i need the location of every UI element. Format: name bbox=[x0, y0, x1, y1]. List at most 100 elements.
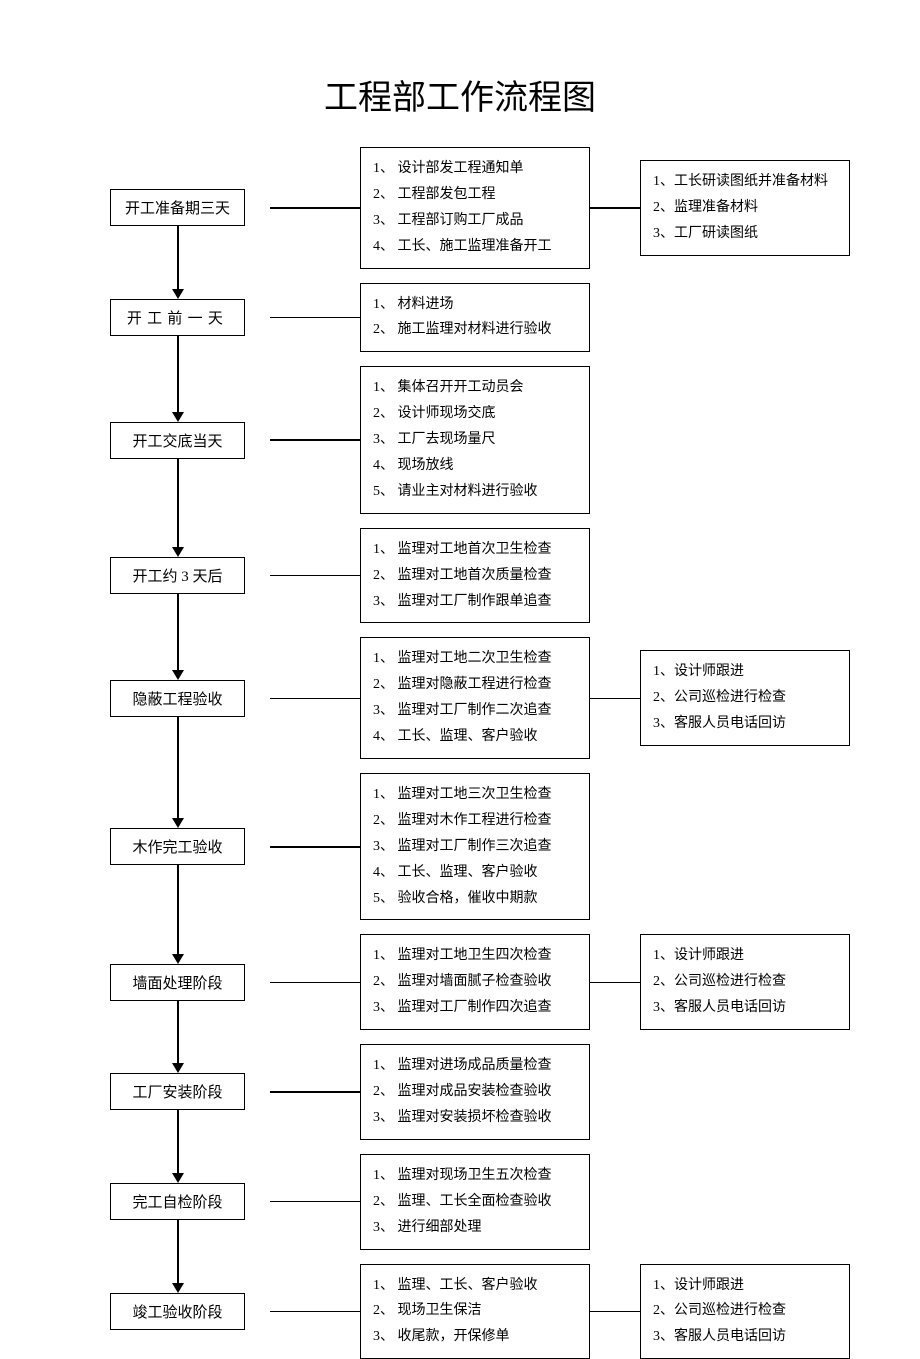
connector-horizontal bbox=[270, 528, 360, 624]
connector-vertical bbox=[177, 226, 179, 289]
arrow-down-icon bbox=[172, 954, 184, 964]
arrow-down-icon bbox=[172, 818, 184, 828]
stage-box: 开工前一天 bbox=[110, 299, 245, 336]
side-item: 2、监理准备材料 bbox=[653, 195, 839, 221]
side-item: 2、公司巡检进行检查 bbox=[653, 1298, 839, 1324]
connector-vertical bbox=[177, 1001, 179, 1064]
detail-item: 5、 请业主对材料进行验收 bbox=[373, 479, 579, 505]
side-item: 3、工厂研读图纸 bbox=[653, 221, 839, 247]
side-box: 1、设计师跟进2、公司巡检进行检查3、客服人员电话回访 bbox=[640, 650, 850, 746]
detail-item: 3、 工程部订购工厂成品 bbox=[373, 208, 579, 234]
detail-item: 2、 监理对工地首次质量检查 bbox=[373, 563, 579, 589]
page-title: 工程部工作流程图 bbox=[0, 70, 920, 119]
stage-box: 完工自检阶段 bbox=[110, 1183, 245, 1220]
connector-vertical bbox=[177, 594, 179, 670]
connector-horizontal bbox=[270, 773, 360, 920]
connector-vertical bbox=[177, 1220, 179, 1283]
detail-item: 3、 进行细部处理 bbox=[373, 1215, 579, 1241]
stage-box: 竣工验收阶段 bbox=[110, 1293, 245, 1330]
stage-row: 工厂安装阶段 1、 监理对进场成品质量检查2、 监理对成品安装检查验收3、 监理对… bbox=[110, 1044, 920, 1140]
stage-row: 完工自检阶段 1、 监理对现场卫生五次检查2、 监理、工长全面检查验收3、 进行细… bbox=[110, 1154, 920, 1250]
connector-horizontal bbox=[270, 147, 360, 269]
detail-item: 3、 收尾款，开保修单 bbox=[373, 1324, 579, 1350]
side-item: 2、公司巡检进行检查 bbox=[653, 685, 839, 711]
side-box: 1、工长研读图纸并准备材料2、监理准备材料3、工厂研读图纸 bbox=[640, 160, 850, 256]
detail-item: 1、 集体召开开工动员会 bbox=[373, 375, 579, 401]
connector-vertical bbox=[177, 459, 179, 548]
detail-item: 2、 施工监理对材料进行验收 bbox=[373, 317, 579, 343]
connector-vertical bbox=[177, 1110, 179, 1173]
stage-box: 开工约 3 天后 bbox=[110, 557, 245, 594]
stage-row: 开工准备期三天 1、 设计部发工程通知单2、 工程部发包工程3、 工程部订购工厂成… bbox=[110, 147, 920, 269]
side-item: 1、设计师跟进 bbox=[653, 659, 839, 685]
connector-horizontal bbox=[590, 934, 640, 1030]
stage-box: 开工准备期三天 bbox=[110, 189, 245, 226]
detail-box: 1、 监理对工地三次卫生检查2、 监理对木作工程进行检查3、 监理对工厂制作三次… bbox=[360, 773, 590, 920]
stage-row: 木作完工验收 1、 监理对工地三次卫生检查2、 监理对木作工程进行检查3、 监理对… bbox=[110, 773, 920, 920]
detail-item: 1、 监理对现场卫生五次检查 bbox=[373, 1163, 579, 1189]
connector-horizontal bbox=[270, 1264, 360, 1359]
detail-item: 3、 监理对安装损坏检查验收 bbox=[373, 1105, 579, 1131]
connector-horizontal bbox=[590, 1264, 640, 1359]
side-item: 1、工长研读图纸并准备材料 bbox=[653, 169, 839, 195]
stage-box: 隐蔽工程验收 bbox=[110, 680, 245, 717]
detail-item: 1、 监理对工地首次卫生检查 bbox=[373, 537, 579, 563]
detail-item: 1、 材料进场 bbox=[373, 292, 579, 318]
detail-item: 2、 设计师现场交底 bbox=[373, 401, 579, 427]
stage-row: 隐蔽工程验收 1、 监理对工地二次卫生检查2、 监理对隐蔽工程进行检查3、 监理对… bbox=[110, 637, 920, 759]
arrow-down-icon bbox=[172, 547, 184, 557]
stage-row: 开工前一天 1、 材料进场2、 施工监理对材料进行验收 bbox=[110, 283, 920, 353]
connector-horizontal bbox=[270, 366, 360, 513]
arrow-down-icon bbox=[172, 1173, 184, 1183]
side-item: 2、公司巡检进行检查 bbox=[653, 969, 839, 995]
detail-box: 1、 集体召开开工动员会2、 设计师现场交底3、 工厂去现场量尺4、 现场放线5… bbox=[360, 366, 590, 513]
detail-item: 5、 验收合格，催收中期款 bbox=[373, 886, 579, 912]
detail-item: 2、 监理、工长全面检查验收 bbox=[373, 1189, 579, 1215]
detail-box: 1、 监理对进场成品质量检查2、 监理对成品安装检查验收3、 监理对安装损坏检查… bbox=[360, 1044, 590, 1140]
detail-item: 4、 工长、监理、客户验收 bbox=[373, 724, 579, 750]
detail-item: 4、 工长、施工监理准备开工 bbox=[373, 234, 579, 260]
detail-box: 1、 监理对工地二次卫生检查2、 监理对隐蔽工程进行检查3、 监理对工厂制作二次… bbox=[360, 637, 590, 759]
detail-box: 1、 监理、工长、客户验收2、 现场卫生保洁3、 收尾款，开保修单 bbox=[360, 1264, 590, 1359]
stage-row: 竣工验收阶段1、 监理、工长、客户验收2、 现场卫生保洁3、 收尾款，开保修单1… bbox=[110, 1264, 920, 1359]
connector-horizontal bbox=[590, 147, 640, 269]
detail-item: 1、 监理对工地二次卫生检查 bbox=[373, 646, 579, 672]
detail-item: 4、 工长、监理、客户验收 bbox=[373, 860, 579, 886]
detail-box: 1、 监理对工地首次卫生检查2、 监理对工地首次质量检查3、 监理对工厂制作跟单… bbox=[360, 528, 590, 624]
connector-vertical bbox=[177, 717, 179, 819]
detail-item: 2、 工程部发包工程 bbox=[373, 182, 579, 208]
detail-item: 1、 监理、工长、客户验收 bbox=[373, 1273, 579, 1299]
side-item: 3、客服人员电话回访 bbox=[653, 711, 839, 737]
connector-horizontal bbox=[590, 637, 640, 759]
arrow-down-icon bbox=[172, 289, 184, 299]
connector-horizontal bbox=[270, 934, 360, 1030]
arrow-down-icon bbox=[172, 1063, 184, 1073]
detail-item: 2、 监理对隐蔽工程进行检查 bbox=[373, 672, 579, 698]
detail-item: 1、 设计部发工程通知单 bbox=[373, 156, 579, 182]
side-item: 1、设计师跟进 bbox=[653, 943, 839, 969]
detail-item: 3、 监理对工厂制作跟单追查 bbox=[373, 589, 579, 615]
detail-item: 1、 监理对工地三次卫生检查 bbox=[373, 782, 579, 808]
arrow-down-icon bbox=[172, 1283, 184, 1293]
detail-item: 2、 现场卫生保洁 bbox=[373, 1298, 579, 1324]
stage-box: 开工交底当天 bbox=[110, 422, 245, 459]
stage-box: 工厂安装阶段 bbox=[110, 1073, 245, 1110]
connector-horizontal bbox=[270, 1044, 360, 1140]
connector-horizontal bbox=[270, 283, 360, 353]
connector-vertical bbox=[177, 865, 179, 954]
detail-item: 2、 监理对墙面腻子检查验收 bbox=[373, 969, 579, 995]
detail-item: 2、 监理对木作工程进行检查 bbox=[373, 808, 579, 834]
connector-horizontal bbox=[270, 1154, 360, 1250]
stage-box: 墙面处理阶段 bbox=[110, 964, 245, 1001]
stage-row: 墙面处理阶段1、 监理对工地卫生四次检查2、 监理对墙面腻子检查验收3、 监理对… bbox=[110, 934, 920, 1030]
detail-item: 1、 监理对工地卫生四次检查 bbox=[373, 943, 579, 969]
side-item: 3、客服人员电话回访 bbox=[653, 1324, 839, 1350]
detail-item: 2、 监理对成品安装检查验收 bbox=[373, 1079, 579, 1105]
arrow-down-icon bbox=[172, 670, 184, 680]
side-item: 1、设计师跟进 bbox=[653, 1273, 839, 1299]
detail-box: 1、 设计部发工程通知单2、 工程部发包工程3、 工程部订购工厂成品4、 工长、… bbox=[360, 147, 590, 269]
side-item: 3、客服人员电话回访 bbox=[653, 995, 839, 1021]
stage-box: 木作完工验收 bbox=[110, 828, 245, 865]
detail-box: 1、 监理对现场卫生五次检查2、 监理、工长全面检查验收3、 进行细部处理 bbox=[360, 1154, 590, 1250]
detail-box: 1、 材料进场2、 施工监理对材料进行验收 bbox=[360, 283, 590, 353]
